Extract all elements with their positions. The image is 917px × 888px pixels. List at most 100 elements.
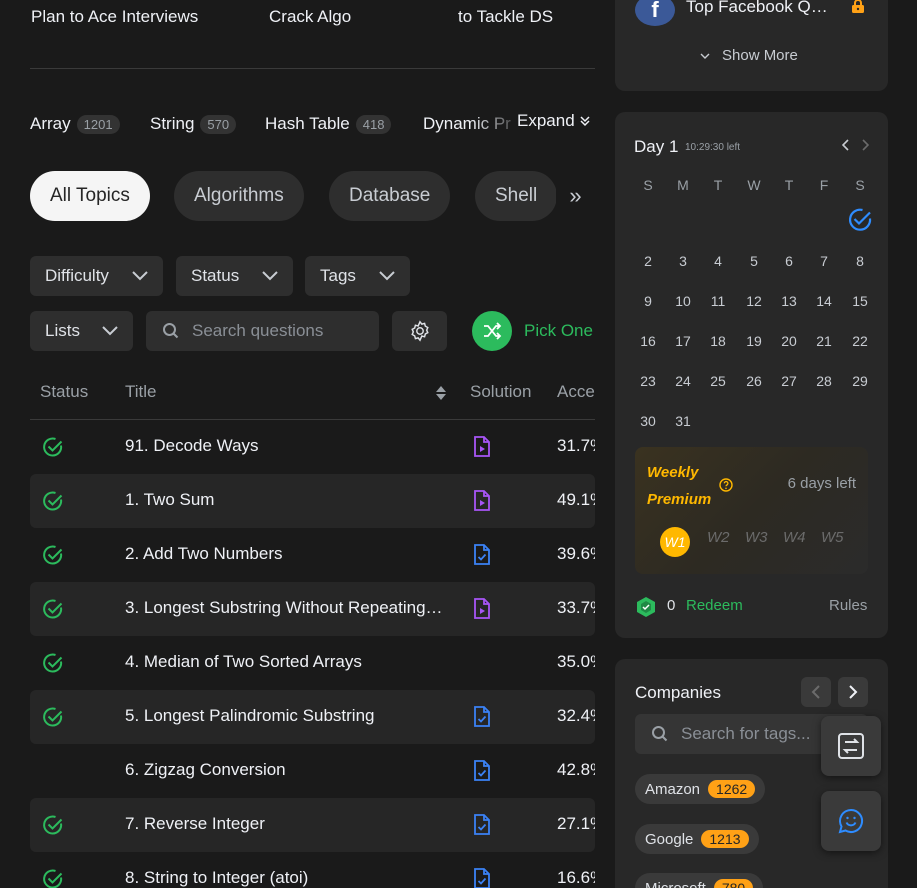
table-row[interactable]: 7. Reverse Integer 27.1% (30, 798, 595, 852)
tag-hash-table[interactable]: Hash Table 418 (265, 112, 392, 136)
problem-title-link[interactable]: 8. String to Integer (atoi) (125, 868, 447, 888)
calendar-day[interactable]: 30 (633, 413, 663, 429)
table-row[interactable]: 1. Two Sum 49.1% (30, 474, 595, 528)
problem-title-link[interactable]: 4. Median of Two Sorted Arrays (125, 652, 447, 672)
topic-shell[interactable]: Shell (475, 171, 558, 221)
status-dropdown[interactable]: Status (176, 256, 293, 296)
calendar-day[interactable]: 21 (809, 333, 839, 349)
featured-list-title[interactable]: Top Facebook Questions (686, 0, 836, 17)
calendar-day[interactable]: 22 (845, 333, 875, 349)
topic-all-topics[interactable]: All Topics (30, 171, 150, 221)
calendar-day[interactable]: 4 (703, 253, 733, 269)
acceptance-rate: 39.6% (557, 544, 595, 563)
topic-algorithms[interactable]: Algorithms (174, 171, 304, 221)
week-1-badge[interactable]: W1 (660, 527, 690, 557)
companies-prev-button[interactable] (801, 677, 831, 707)
calendar-day[interactable]: 2 (633, 253, 663, 269)
calendar-time-left: 10:29:30 left (685, 142, 741, 153)
table-row[interactable]: 3. Longest Substring Without Repeating C… (30, 582, 595, 636)
problem-title-link[interactable]: 5. Longest Palindromic Substring (125, 706, 447, 726)
show-more-button[interactable]: Show More (700, 47, 798, 64)
company-tag-google[interactable]: Google 1213 (635, 824, 759, 854)
calendar-day[interactable]: 13 (774, 293, 804, 309)
lists-dropdown[interactable]: Lists (30, 311, 133, 351)
help-icon[interactable] (719, 478, 733, 492)
solution-doc-icon[interactable] (472, 544, 492, 571)
calendar-day[interactable]: 17 (668, 333, 698, 349)
video-solution-icon[interactable] (472, 490, 492, 517)
calendar-day[interactable]: 6 (774, 253, 804, 269)
calendar-day[interactable]: 11 (703, 293, 733, 309)
calendar-day[interactable]: 10 (668, 293, 698, 309)
weekly-premium-card: Weekly Premium 6 days left W1 W2 W3 W4 W… (635, 447, 868, 574)
calendar-day[interactable]: 29 (845, 373, 875, 389)
tag-array[interactable]: Array 1201 (30, 112, 120, 136)
calendar-day[interactable]: 7 (809, 253, 839, 269)
solution-doc-icon[interactable] (472, 814, 492, 841)
redeem-link[interactable]: Redeem (686, 597, 743, 614)
calendar-day[interactable]: 12 (739, 293, 769, 309)
study-plan-title-2[interactable]: Crack Algo (269, 6, 351, 28)
rules-link[interactable]: Rules (829, 597, 867, 614)
calendar-day[interactable]: 15 (845, 293, 875, 309)
chevron-double-right-icon[interactable]: » (556, 171, 595, 221)
video-solution-icon[interactable] (472, 598, 492, 625)
table-row[interactable]: 8. String to Integer (atoi) 16.6% (30, 852, 595, 888)
solution-doc-icon[interactable] (472, 706, 492, 733)
tags-dropdown[interactable]: Tags (305, 256, 410, 296)
problem-title-link[interactable]: 3. Longest Substring Without Repeating C… (125, 598, 447, 618)
problem-title-link[interactable]: 1. Two Sum (125, 490, 447, 510)
table-row[interactable]: 4. Median of Two Sorted Arrays 35.0% (30, 636, 595, 690)
table-row[interactable]: 6. Zigzag Conversion 42.8% (30, 744, 595, 798)
problem-title-link[interactable]: 7. Reverse Integer (125, 814, 447, 834)
study-plan-title-3[interactable]: to Tackle DS (458, 6, 553, 28)
calendar-day[interactable]: 31 (668, 413, 698, 429)
header-acceptance[interactable]: Acce (557, 382, 595, 402)
calendar-day[interactable]: 5 (739, 253, 769, 269)
calendar-day[interactable]: 23 (633, 373, 663, 389)
calendar-day[interactable]: 28 (809, 373, 839, 389)
calendar-day[interactable]: 24 (668, 373, 698, 389)
header-title[interactable]: Title (125, 382, 157, 402)
video-solution-icon[interactable] (472, 436, 492, 463)
companies-next-button[interactable] (838, 677, 868, 707)
expand-tags-button[interactable]: Expand (517, 111, 591, 131)
company-tag-microsoft[interactable]: Microsoft 780 (635, 873, 764, 888)
calendar-day[interactable]: 14 (809, 293, 839, 309)
problem-title-link[interactable]: 6. Zigzag Conversion (125, 760, 447, 780)
search-input[interactable] (192, 321, 362, 341)
company-tag-amazon[interactable]: Amazon 1262 (635, 774, 766, 804)
calendar-day[interactable]: 19 (739, 333, 769, 349)
problem-title-link[interactable]: 2. Add Two Numbers (125, 544, 447, 564)
sort-icon[interactable] (435, 385, 447, 401)
topic-database[interactable]: Database (329, 171, 451, 221)
tag-string[interactable]: String 570 (150, 112, 237, 136)
day-completed-check-icon[interactable] (847, 207, 873, 238)
switch-layout-button[interactable] (821, 716, 881, 776)
table-row[interactable]: 5. Longest Palindromic Substring 32.4% (30, 690, 595, 744)
calendar-day[interactable]: 27 (774, 373, 804, 389)
difficulty-dropdown[interactable]: Difficulty (30, 256, 163, 296)
calendar-day[interactable]: 16 (633, 333, 663, 349)
chevron-left-icon[interactable] (842, 139, 850, 151)
week-5-badge: W5 (821, 529, 844, 546)
pick-one-button[interactable]: Pick One (472, 310, 593, 352)
settings-button[interactable] (392, 311, 447, 351)
study-plan-title-1[interactable]: Plan to Ace Interviews (31, 6, 198, 28)
weekly-premium-line1: Weekly (647, 464, 699, 481)
calendar-day[interactable]: 18 (703, 333, 733, 349)
solution-doc-icon[interactable] (472, 868, 492, 888)
calendar-day[interactable]: 26 (739, 373, 769, 389)
calendar-day[interactable]: 25 (703, 373, 733, 389)
tags-label: Tags (320, 266, 356, 285)
solution-doc-icon[interactable] (472, 760, 492, 787)
chevron-right-icon[interactable] (861, 139, 869, 151)
calendar-day[interactable]: 3 (668, 253, 698, 269)
calendar-day[interactable]: 8 (845, 253, 875, 269)
feedback-button[interactable] (821, 791, 881, 851)
calendar-day[interactable]: 9 (633, 293, 663, 309)
problem-title-link[interactable]: 91. Decode Ways (125, 436, 447, 456)
table-row[interactable]: 91. Decode Ways 31.7% (30, 420, 595, 474)
calendar-day[interactable]: 20 (774, 333, 804, 349)
table-row[interactable]: 2. Add Two Numbers 39.6% (30, 528, 595, 582)
